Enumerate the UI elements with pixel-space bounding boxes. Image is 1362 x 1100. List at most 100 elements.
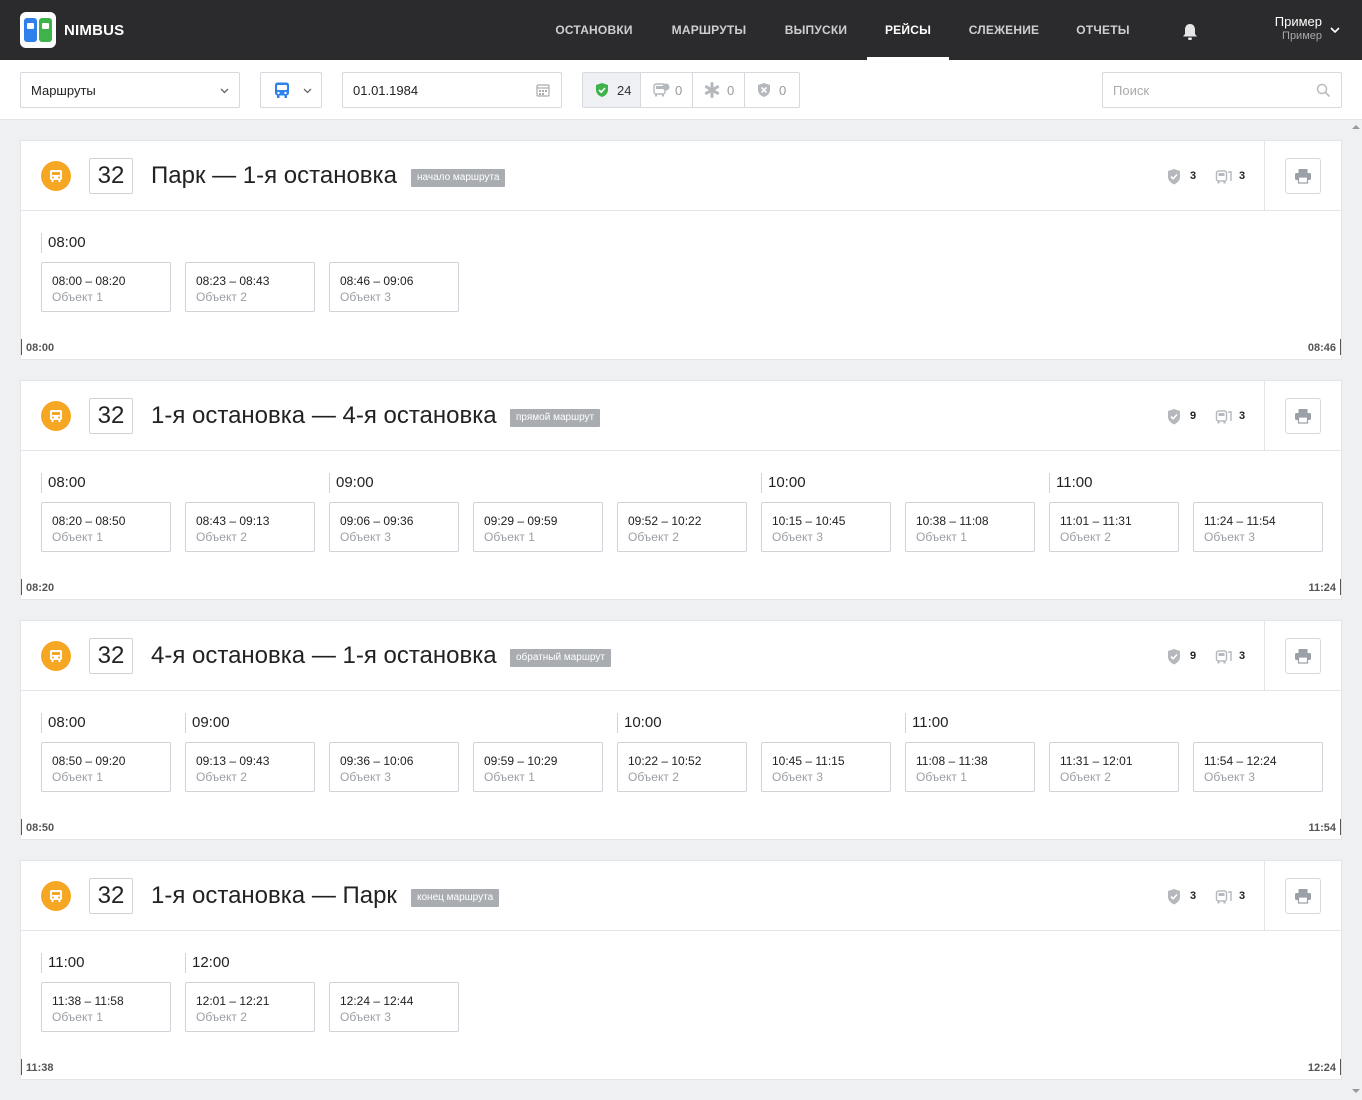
route-number: 32 — [89, 878, 133, 914]
routes-select[interactable]: Маршруты — [20, 72, 240, 108]
trip-card[interactable]: 09:59 – 10:29 Объект 1 — [473, 742, 603, 792]
trip-card[interactable]: 11:38 – 11:58 Объект 1 — [41, 982, 171, 1032]
print-button[interactable] — [1285, 158, 1321, 194]
search-input[interactable]: Поиск — [1102, 72, 1342, 108]
timeline-end: 08:46 — [1308, 339, 1341, 355]
trip-time: 09:36 – 10:06 — [340, 754, 414, 768]
route-card-header: 32 Парк — 1-я остановка начало маршрута 3 3 — [21, 141, 1341, 211]
hour-marker: 11:00 — [905, 713, 948, 733]
route-card-header: 32 1-я остановка — Парк конец маршрута 3 3 — [21, 861, 1341, 931]
nav-routes[interactable]: МАРШРУТЫ — [656, 0, 762, 60]
hour-marker: 08:00 — [41, 713, 86, 733]
app-logo[interactable]: NIMBUS — [20, 12, 124, 48]
nav-tracking[interactable]: СЛЕЖЕНИЕ — [955, 0, 1053, 60]
trip-object: Объект 3 — [340, 530, 391, 544]
trip-time: 10:22 – 10:52 — [628, 754, 702, 768]
route-number: 32 — [89, 158, 133, 194]
trip-object: Объект 1 — [916, 770, 967, 784]
chevron-down-icon[interactable] — [1330, 26, 1340, 34]
trip-card[interactable]: 09:29 – 09:59 Объект 1 — [473, 502, 603, 552]
trip-card[interactable]: 09:36 – 10:06 Объект 3 — [329, 742, 459, 792]
route-card: 32 Парк — 1-я остановка начало маршрута 3 3 0… — [20, 140, 1342, 360]
hour-marker: 09:00 — [185, 713, 230, 733]
printer-icon — [1295, 649, 1311, 664]
trip-time: 11:31 – 12:01 — [1060, 754, 1133, 768]
trip-card[interactable]: 10:45 – 11:15 Объект 3 — [761, 742, 891, 792]
user-menu[interactable]: Пример Пример — [1250, 14, 1322, 42]
header-divider — [1264, 861, 1265, 930]
nimbus-logo-icon — [20, 12, 56, 48]
filter-cancelled[interactable]: 0 — [745, 73, 797, 107]
scroll-up-arrow-icon[interactable] — [1352, 124, 1360, 130]
trip-object: Объект 1 — [52, 1010, 103, 1024]
print-button[interactable] — [1285, 638, 1321, 674]
buses-icon — [1215, 410, 1232, 424]
trip-time: 11:38 – 11:58 — [52, 994, 124, 1008]
trip-card[interactable]: 08:50 – 09:20 Объект 1 — [41, 742, 171, 792]
shield-check-icon — [1168, 409, 1180, 425]
trip-card[interactable]: 08:20 – 08:50 Объект 1 — [41, 502, 171, 552]
route-card-header: 32 1-я остановка — 4-я остановка прямой ма… — [21, 381, 1341, 451]
buses-count: 3 — [1239, 890, 1246, 902]
trip-object: Объект 1 — [52, 530, 103, 544]
shield-check-icon — [1168, 169, 1180, 185]
routes-select-value: Маршруты — [31, 83, 96, 98]
transport-type-select[interactable] — [260, 72, 322, 108]
timeline-start: 08:00 — [21, 339, 54, 355]
nav-trips[interactable]: РЕЙСЫ — [867, 0, 949, 60]
trip-card[interactable]: 11:54 – 12:24 Объект 3 — [1193, 742, 1323, 792]
route-status-badge — [41, 161, 71, 191]
hour-marker: 10:00 — [761, 473, 806, 493]
user-role: Пример — [1282, 30, 1322, 42]
filter-other[interactable]: 0 — [693, 73, 745, 107]
route-type-badge: обратный маршрут — [510, 649, 611, 667]
trip-time: 11:08 – 11:38 — [916, 754, 988, 768]
top-navbar: NIMBUS ОСТАНОВКИ МАРШРУТЫ ВЫПУСКИ РЕЙСЫ … — [0, 0, 1362, 60]
print-button[interactable] — [1285, 398, 1321, 434]
scroll-down-arrow-icon[interactable] — [1352, 1088, 1360, 1094]
trip-object: Объект 1 — [484, 770, 535, 784]
notification-bell-icon[interactable] — [1180, 22, 1200, 42]
trip-card[interactable]: 11:31 – 12:01 Объект 2 — [1049, 742, 1179, 792]
trip-object: Объект 2 — [1060, 770, 1111, 784]
trip-card[interactable]: 11:08 – 11:38 Объект 1 — [905, 742, 1035, 792]
bus-alert-icon — [653, 83, 670, 97]
bus-icon — [50, 890, 62, 902]
trip-object: Объект 2 — [196, 290, 247, 304]
trip-card[interactable]: 10:15 – 10:45 Объект 3 — [761, 502, 891, 552]
trip-card[interactable]: 09:13 – 09:43 Объект 2 — [185, 742, 315, 792]
completed-trips-count: 3 — [1190, 170, 1197, 182]
route-title: Парк — 1-я остановка — [151, 162, 397, 189]
hour-marker: 11:00 — [1049, 473, 1092, 493]
trip-card[interactable]: 11:24 – 11:54 Объект 3 — [1193, 502, 1323, 552]
route-status-badge — [41, 641, 71, 671]
header-divider — [1264, 141, 1265, 210]
shield-check-icon — [1168, 889, 1180, 905]
date-picker[interactable]: 01.01.1984 — [342, 72, 562, 108]
bus-icon — [50, 410, 62, 422]
route-card: 32 4-я остановка — 1-я остановка обратный … — [20, 620, 1342, 840]
nav-reports[interactable]: ОТЧЕТЫ — [1062, 0, 1144, 60]
print-button[interactable] — [1285, 878, 1321, 914]
status-filter-group: 24 0 0 0 — [582, 72, 800, 108]
trip-card[interactable]: 09:06 – 09:36 Объект 3 — [329, 502, 459, 552]
trip-card[interactable]: 08:43 – 09:13 Объект 2 — [185, 502, 315, 552]
trip-card[interactable]: 08:00 – 08:20 Объект 1 — [41, 262, 171, 312]
hour-marker: 12:00 — [185, 953, 230, 973]
trip-card[interactable]: 08:46 – 09:06 Объект 3 — [329, 262, 459, 312]
trip-time: 12:24 – 12:44 — [340, 994, 414, 1008]
trip-card[interactable]: 09:52 – 10:22 Объект 2 — [617, 502, 747, 552]
trip-card[interactable]: 10:38 – 11:08 Объект 1 — [905, 502, 1035, 552]
hour-marker: 08:00 — [41, 233, 86, 253]
page-scrollbar[interactable] — [1350, 122, 1362, 1100]
filter-bus-issue[interactable]: 0 — [641, 73, 693, 107]
trip-card[interactable]: 12:24 – 12:44 Объект 3 — [329, 982, 459, 1032]
nav-releases[interactable]: ВЫПУСКИ — [770, 0, 862, 60]
trip-card[interactable]: 12:01 – 12:21 Объект 2 — [185, 982, 315, 1032]
filter-completed[interactable]: 24 — [583, 73, 641, 107]
trip-card[interactable]: 11:01 – 11:31 Объект 2 — [1049, 502, 1179, 552]
trip-card[interactable]: 10:22 – 10:52 Объект 2 — [617, 742, 747, 792]
buses-icon — [1215, 650, 1232, 664]
nav-stops[interactable]: ОСТАНОВКИ — [540, 0, 648, 60]
trip-card[interactable]: 08:23 – 08:43 Объект 2 — [185, 262, 315, 312]
